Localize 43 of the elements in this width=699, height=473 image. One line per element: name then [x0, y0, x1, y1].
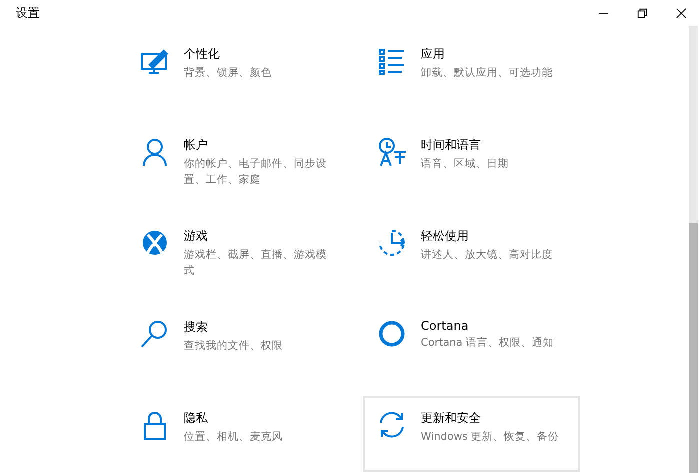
- tile-title: 隐私: [184, 410, 209, 427]
- tile-title: 应用: [421, 46, 446, 63]
- settings-tile[interactable]: 应用 卸载、默认应用、可选功能: [363, 32, 580, 108]
- tile-description: 背景、锁屏、颜色: [184, 66, 272, 81]
- tile-title: Cortana: [421, 319, 470, 333]
- settings-tile[interactable]: 游戏 游戏栏、截屏、直播、游戏模式: [126, 214, 343, 290]
- xbox-icon: [140, 228, 170, 258]
- settings-tile[interactable]: 搜索 查找我的文件、权限: [126, 305, 343, 381]
- settings-tile[interactable]: 个性化 背景、锁屏、颜色: [126, 32, 343, 108]
- list-icon: [377, 46, 407, 76]
- sync-icon: [377, 410, 407, 440]
- settings-tile[interactable]: Cortana Cortana 语言、权限、通知: [363, 305, 580, 381]
- settings-tile[interactable]: 轻松使用 讲述人、放大镜、高对比度: [363, 214, 580, 290]
- restore-icon[interactable]: [637, 8, 648, 18]
- scroll-thumb[interactable]: [689, 223, 698, 473]
- window-title: 设置: [16, 4, 40, 22]
- tile-description: 你的帐户、电子邮件、同步设置、工作、家庭: [184, 157, 328, 188]
- scrollbar[interactable]: [689, 26, 698, 473]
- tile-description: Windows 更新、恢复、备份: [421, 430, 560, 445]
- ring-icon: [377, 319, 407, 349]
- tile-title: 更新和安全: [421, 410, 482, 427]
- tile-description: 位置、相机、麦克风: [184, 430, 283, 445]
- close-icon[interactable]: [676, 8, 687, 18]
- settings-tile[interactable]: 隐私 位置、相机、麦克风: [126, 396, 343, 472]
- tile-description: 游戏栏、截屏、直播、游戏模式: [184, 248, 328, 279]
- tile-description: 语音、区域、日期: [421, 157, 509, 172]
- ease-of-access-icon: [377, 228, 407, 258]
- tile-description: 查找我的文件、权限: [184, 339, 283, 354]
- tile-description: 卸载、默认应用、可选功能: [421, 66, 553, 81]
- tile-title: 游戏: [184, 228, 209, 245]
- tile-title: 搜索: [184, 319, 209, 336]
- tile-title: 个性化: [184, 46, 221, 63]
- clock-language-icon: [377, 137, 407, 167]
- tile-title: 时间和语言: [421, 137, 482, 154]
- tile-title: 轻松使用: [421, 228, 470, 245]
- settings-tile[interactable]: 更新和安全 Windows 更新、恢复、备份: [363, 396, 580, 472]
- settings-tile[interactable]: 时间和语言 语音、区域、日期: [363, 123, 580, 199]
- tile-description: Cortana 语言、权限、通知: [421, 336, 554, 351]
- person-icon: [140, 137, 170, 167]
- search-icon: [140, 319, 170, 349]
- tile-title: 帐户: [184, 137, 209, 154]
- tile-description: 讲述人、放大镜、高对比度: [421, 248, 553, 263]
- settings-tile[interactable]: 帐户 你的帐户、电子邮件、同步设置、工作、家庭: [126, 123, 343, 199]
